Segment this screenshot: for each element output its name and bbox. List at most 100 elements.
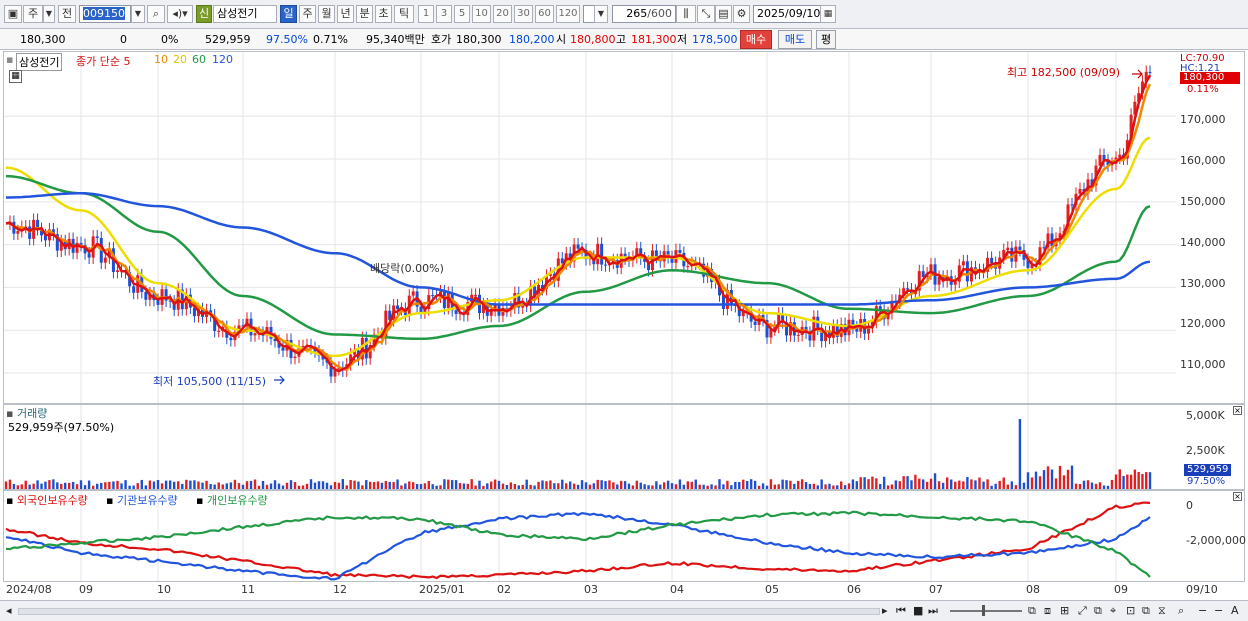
volume-bar xyxy=(277,483,281,489)
candle-body xyxy=(576,244,580,249)
volume-bar xyxy=(28,484,31,489)
volume-bar xyxy=(929,478,933,489)
code-value: 009150 xyxy=(83,7,125,20)
scroll-left-icon[interactable]: ◂ xyxy=(6,604,12,617)
date-input[interactable]: 2025/09/10 xyxy=(753,5,821,23)
ma5-line xyxy=(5,74,1152,373)
period-week[interactable]: 주 xyxy=(299,5,316,23)
code-dropdown-icon[interactable]: ▼ xyxy=(131,5,145,23)
link-icon[interactable]: ⧖ xyxy=(1158,604,1166,618)
pin-icon[interactable]: ⌖ xyxy=(1110,604,1116,618)
open-price: 180,800 xyxy=(570,33,616,46)
volume-bar xyxy=(100,482,103,489)
code-input[interactable]: 009150 xyxy=(79,5,131,23)
volume-close-icon[interactable]: × xyxy=(1233,406,1242,415)
volume-bar xyxy=(411,482,415,489)
font-size-icon[interactable]: A xyxy=(1231,604,1239,617)
buy-button[interactable]: 매수 xyxy=(740,30,772,49)
zoom-out-icon[interactable]: − xyxy=(1198,604,1207,617)
interval-30[interactable]: 30 xyxy=(514,5,533,23)
jump-last-icon[interactable]: ⏭ xyxy=(928,604,938,618)
zoom-slider[interactable] xyxy=(950,610,1022,612)
volume-bar xyxy=(427,480,430,489)
volume-bar xyxy=(726,480,729,489)
interval-60[interactable]: 60 xyxy=(535,5,554,23)
sell-button[interactable]: 매도 xyxy=(778,30,812,49)
interval-5[interactable]: 5 xyxy=(454,5,470,23)
period-second[interactable]: 초 xyxy=(375,5,392,23)
copy-icon[interactable]: ⧉ xyxy=(1028,604,1036,618)
interval-10[interactable]: 10 xyxy=(472,5,491,23)
grid-toggle-icon[interactable]: ▦ xyxy=(9,70,22,83)
scroll-track[interactable] xyxy=(18,608,880,615)
interval-3[interactable]: 3 xyxy=(436,5,452,23)
zoom-slider-handle[interactable] xyxy=(982,605,985,616)
overlay-icon[interactable]: ⧉ xyxy=(1142,604,1150,618)
window-icon[interactable]: ▣ xyxy=(4,5,22,23)
volume-bar xyxy=(714,485,717,489)
volume-bar xyxy=(451,480,454,489)
zoom-in-icon[interactable]: ⌕ xyxy=(1178,604,1184,618)
search-icon[interactable]: ⌕ xyxy=(147,5,165,23)
volume-bar xyxy=(690,481,693,489)
candle-body xyxy=(961,261,965,266)
volume-bar xyxy=(1114,474,1118,489)
volume-chart[interactable] xyxy=(4,405,1176,489)
prev-button[interactable]: 전 xyxy=(58,5,76,23)
lock-icon[interactable]: ⊡ xyxy=(1126,604,1135,617)
layout-icon[interactable]: ⧈ xyxy=(1044,604,1051,618)
stock-name-field[interactable]: 삼성전기 xyxy=(213,5,277,23)
stop-icon[interactable]: ■ xyxy=(913,604,923,617)
market-dropdown-icon[interactable]: ▼ xyxy=(43,5,55,23)
holding-chart[interactable] xyxy=(4,491,1176,581)
volume-bar xyxy=(431,484,434,489)
scale-icon[interactable]: ⤢ xyxy=(1078,604,1087,618)
speaker-icon[interactable]: ◂)▾ xyxy=(167,5,193,23)
x-label-08: 08 xyxy=(1026,583,1040,596)
count-input[interactable]: 265/600 xyxy=(612,5,676,23)
period-tick[interactable]: 틱 xyxy=(394,5,414,23)
interval-20[interactable]: 20 xyxy=(493,5,512,23)
volume-bar xyxy=(1026,472,1030,489)
price-chart[interactable] xyxy=(4,52,1176,403)
scroll-right-icon[interactable]: ▸ xyxy=(882,604,888,617)
volume-bar xyxy=(1086,480,1090,489)
volume-bar xyxy=(108,481,111,489)
volume-bar xyxy=(706,485,709,489)
compare-icon[interactable]: ⧉ xyxy=(1094,604,1102,618)
volume-bar xyxy=(213,484,216,489)
interval-1[interactable]: 1 xyxy=(418,5,434,23)
candle-body xyxy=(965,261,969,282)
volume-bar xyxy=(855,481,859,489)
save-icon[interactable]: ▤ xyxy=(715,5,732,23)
volume-bar xyxy=(365,480,368,489)
volume-bar xyxy=(96,483,99,489)
volume-bar xyxy=(185,479,188,489)
interval-120[interactable]: 120 xyxy=(556,5,580,23)
volume-bar xyxy=(773,484,777,489)
interval-dropdown-icon[interactable]: ▼ xyxy=(594,5,608,23)
bottom-scrollbar[interactable]: ◂ ▸ ⏮ ■ ⏭ ⧉ ⧈ ⊞ ⤢ ⧉ ⌖ ⊡ ⧉ ⧖ ⌕ − − A xyxy=(0,600,1248,621)
candle-type-icon[interactable]: ⫼ xyxy=(676,5,696,23)
gear-icon[interactable]: ⚙ xyxy=(733,5,750,23)
period-minute[interactable]: 분 xyxy=(356,5,373,23)
volume-bar xyxy=(851,479,855,489)
holding-close-icon[interactable]: × xyxy=(1233,492,1242,501)
volume-bar xyxy=(189,480,192,489)
jump-first-icon[interactable]: ⏮ xyxy=(896,604,906,618)
period-year[interactable]: 년 xyxy=(337,5,354,23)
volume-bar xyxy=(281,485,285,489)
period-month[interactable]: 월 xyxy=(318,5,335,23)
zoom-fit-icon[interactable]: − xyxy=(1214,604,1223,617)
crosshair-icon[interactable]: ⤡ xyxy=(697,5,715,23)
period-day[interactable]: 일 xyxy=(280,5,297,23)
calendar-icon[interactable]: ▦ xyxy=(820,5,836,23)
candle-body xyxy=(1078,189,1082,194)
volume-bar xyxy=(423,483,427,489)
market-select[interactable]: 주 xyxy=(23,5,43,23)
candle-body xyxy=(293,356,297,358)
volume-bar xyxy=(662,482,666,489)
volume-bar xyxy=(627,483,631,489)
split-icon[interactable]: ⊞ xyxy=(1060,604,1069,617)
average-button[interactable]: 평 xyxy=(816,30,836,49)
